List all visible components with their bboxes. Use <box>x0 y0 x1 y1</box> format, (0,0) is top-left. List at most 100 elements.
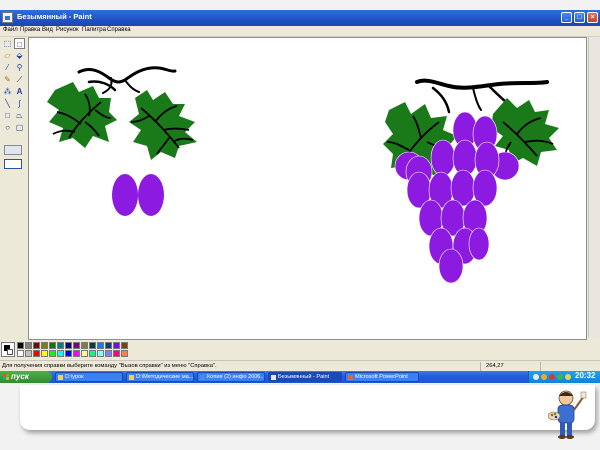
palette-swatch[interactable] <box>33 350 40 357</box>
palette-swatch[interactable] <box>73 342 80 349</box>
menu-colors[interactable]: Палитра <box>82 27 106 33</box>
palette-swatch[interactable] <box>49 350 56 357</box>
palette-swatch[interactable] <box>25 342 32 349</box>
close-button[interactable]: × <box>587 12 598 23</box>
tray-icon[interactable] <box>533 374 539 380</box>
drawing-canvas[interactable] <box>28 37 587 340</box>
palette-swatch[interactable] <box>89 350 96 357</box>
taskbar-item-urok[interactable]: D:\урок <box>55 372 123 382</box>
background-color-swatch <box>7 349 13 355</box>
menu-view[interactable]: Вид <box>42 27 53 33</box>
title-bar[interactable]: Безымянный - Paint _ □ × <box>0 10 600 26</box>
painter-mascot-icon <box>548 390 587 439</box>
rounded-rect-icon[interactable]: ▢ <box>14 122 25 133</box>
paint-icon <box>271 375 276 380</box>
pencil-icon[interactable]: ✎ <box>2 74 13 85</box>
left-leaf-2 <box>129 90 197 160</box>
current-colors[interactable] <box>1 342 15 357</box>
folder-icon <box>129 375 134 380</box>
brush-icon[interactable]: ⟋ <box>14 74 25 85</box>
taskbar: пуск D:\урок D:\Методические ма... Копия… <box>0 371 600 383</box>
palette-swatch[interactable] <box>25 350 32 357</box>
palette-swatch[interactable] <box>57 342 64 349</box>
start-button[interactable]: пуск <box>0 371 52 383</box>
curve-icon[interactable]: ∫ <box>14 98 25 109</box>
taskbar-item-methodical[interactable]: D:\Методические ма... <box>126 372 194 382</box>
task-label: Microsoft PowerPoint <box>355 374 408 380</box>
ellipse-icon[interactable]: ○ <box>2 122 13 133</box>
palette-swatch[interactable] <box>97 342 104 349</box>
palette-swatch[interactable] <box>65 350 72 357</box>
tool-option-opaque[interactable] <box>4 145 22 155</box>
start-label: пуск <box>11 372 29 381</box>
desktop-screenshot: Безымянный - Paint _ □ × Файл Правка Вид… <box>0 10 600 383</box>
minimize-button[interactable]: _ <box>561 12 572 23</box>
clock[interactable]: 20:32 <box>575 371 595 380</box>
palette-swatch[interactable] <box>89 342 96 349</box>
palette-swatch[interactable] <box>41 350 48 357</box>
tray-icon[interactable] <box>557 374 563 380</box>
left-grapes <box>112 174 164 216</box>
airbrush-icon[interactable]: ⁂ <box>2 86 13 97</box>
taskbar-item-powerpoint[interactable]: Microsoft PowerPoint <box>345 372 419 382</box>
tray-icon[interactable] <box>549 374 555 380</box>
task-label: D:\Методические ма... <box>136 374 193 380</box>
palette-swatch[interactable] <box>33 342 40 349</box>
folder-icon <box>58 375 63 380</box>
palette-swatch[interactable] <box>73 350 80 357</box>
windows-flag-icon <box>3 374 9 380</box>
speaker-icon[interactable] <box>565 374 571 380</box>
vertical-scrollbar[interactable] <box>588 37 600 337</box>
polygon-icon[interactable]: ⏢ <box>14 110 25 121</box>
palette-swatch[interactable] <box>113 350 120 357</box>
document-icon <box>200 375 205 380</box>
taskbar-item-paint[interactable]: Безымянный - Paint <box>268 372 342 382</box>
maximize-button[interactable]: □ <box>574 12 585 23</box>
tool-option-transparent[interactable] <box>4 159 22 169</box>
palette-swatch[interactable] <box>105 342 112 349</box>
magnifier-icon[interactable]: ⚲ <box>14 62 25 73</box>
slide-footer-card <box>20 385 595 430</box>
menu-bar: Файл Правка Вид Рисунок Палитра Справка <box>0 26 600 37</box>
select-rect-icon[interactable]: □ <box>14 38 25 49</box>
powerpoint-icon <box>348 375 353 380</box>
palette-swatch[interactable] <box>81 342 88 349</box>
window-title: Безымянный - Paint <box>17 12 92 21</box>
tray-icon[interactable] <box>541 374 547 380</box>
system-tray: 20:32 <box>528 371 600 383</box>
palette-swatch[interactable] <box>105 350 112 357</box>
status-divider <box>480 362 481 371</box>
palette-swatch[interactable] <box>17 342 24 349</box>
palette-swatch[interactable] <box>97 350 104 357</box>
palette-swatch[interactable] <box>81 350 88 357</box>
menu-file[interactable]: Файл <box>3 27 18 33</box>
menu-edit[interactable]: Правка <box>20 27 40 33</box>
eraser-icon[interactable]: ▱ <box>2 50 13 61</box>
task-label: D:\урок <box>65 374 84 380</box>
status-help-text: Для получения справки выберите команду "… <box>2 363 217 369</box>
taskbar-item-copy-info[interactable]: Копия (2) инфо 2006... <box>197 372 265 382</box>
palette-swatch[interactable] <box>41 342 48 349</box>
canvas-drawing <box>47 66 559 284</box>
rectangle-icon[interactable]: □ <box>2 110 13 121</box>
palette-swatch[interactable] <box>121 350 128 357</box>
fill-icon[interactable]: ⬙ <box>14 50 25 61</box>
picker-icon[interactable]: ⁄ <box>2 62 13 73</box>
toolbox: ⬚ □ ▱ ⬙ ⁄ ⚲ ✎ ⟋ ⁂ A ╲ ∫ □ ⏢ ○ ▢ <box>0 37 27 337</box>
cursor-coordinates: 264,27 <box>486 363 504 369</box>
paint-app-icon <box>2 12 13 23</box>
menu-help[interactable]: Справка <box>107 27 131 33</box>
task-label: Копия (2) инфо 2006... <box>207 374 264 380</box>
palette-swatch[interactable] <box>121 342 128 349</box>
select-free-icon[interactable]: ⬚ <box>2 38 13 49</box>
palette-swatch[interactable] <box>65 342 72 349</box>
palette-swatch[interactable] <box>57 350 64 357</box>
status-divider <box>540 362 541 371</box>
palette-swatch[interactable] <box>17 350 24 357</box>
palette-swatch[interactable] <box>49 342 56 349</box>
menu-image[interactable]: Рисунок <box>56 27 79 33</box>
line-icon[interactable]: ╲ <box>2 98 13 109</box>
palette-swatch[interactable] <box>113 342 120 349</box>
task-label: Безымянный - Paint <box>278 374 330 380</box>
text-icon[interactable]: A <box>14 86 25 97</box>
